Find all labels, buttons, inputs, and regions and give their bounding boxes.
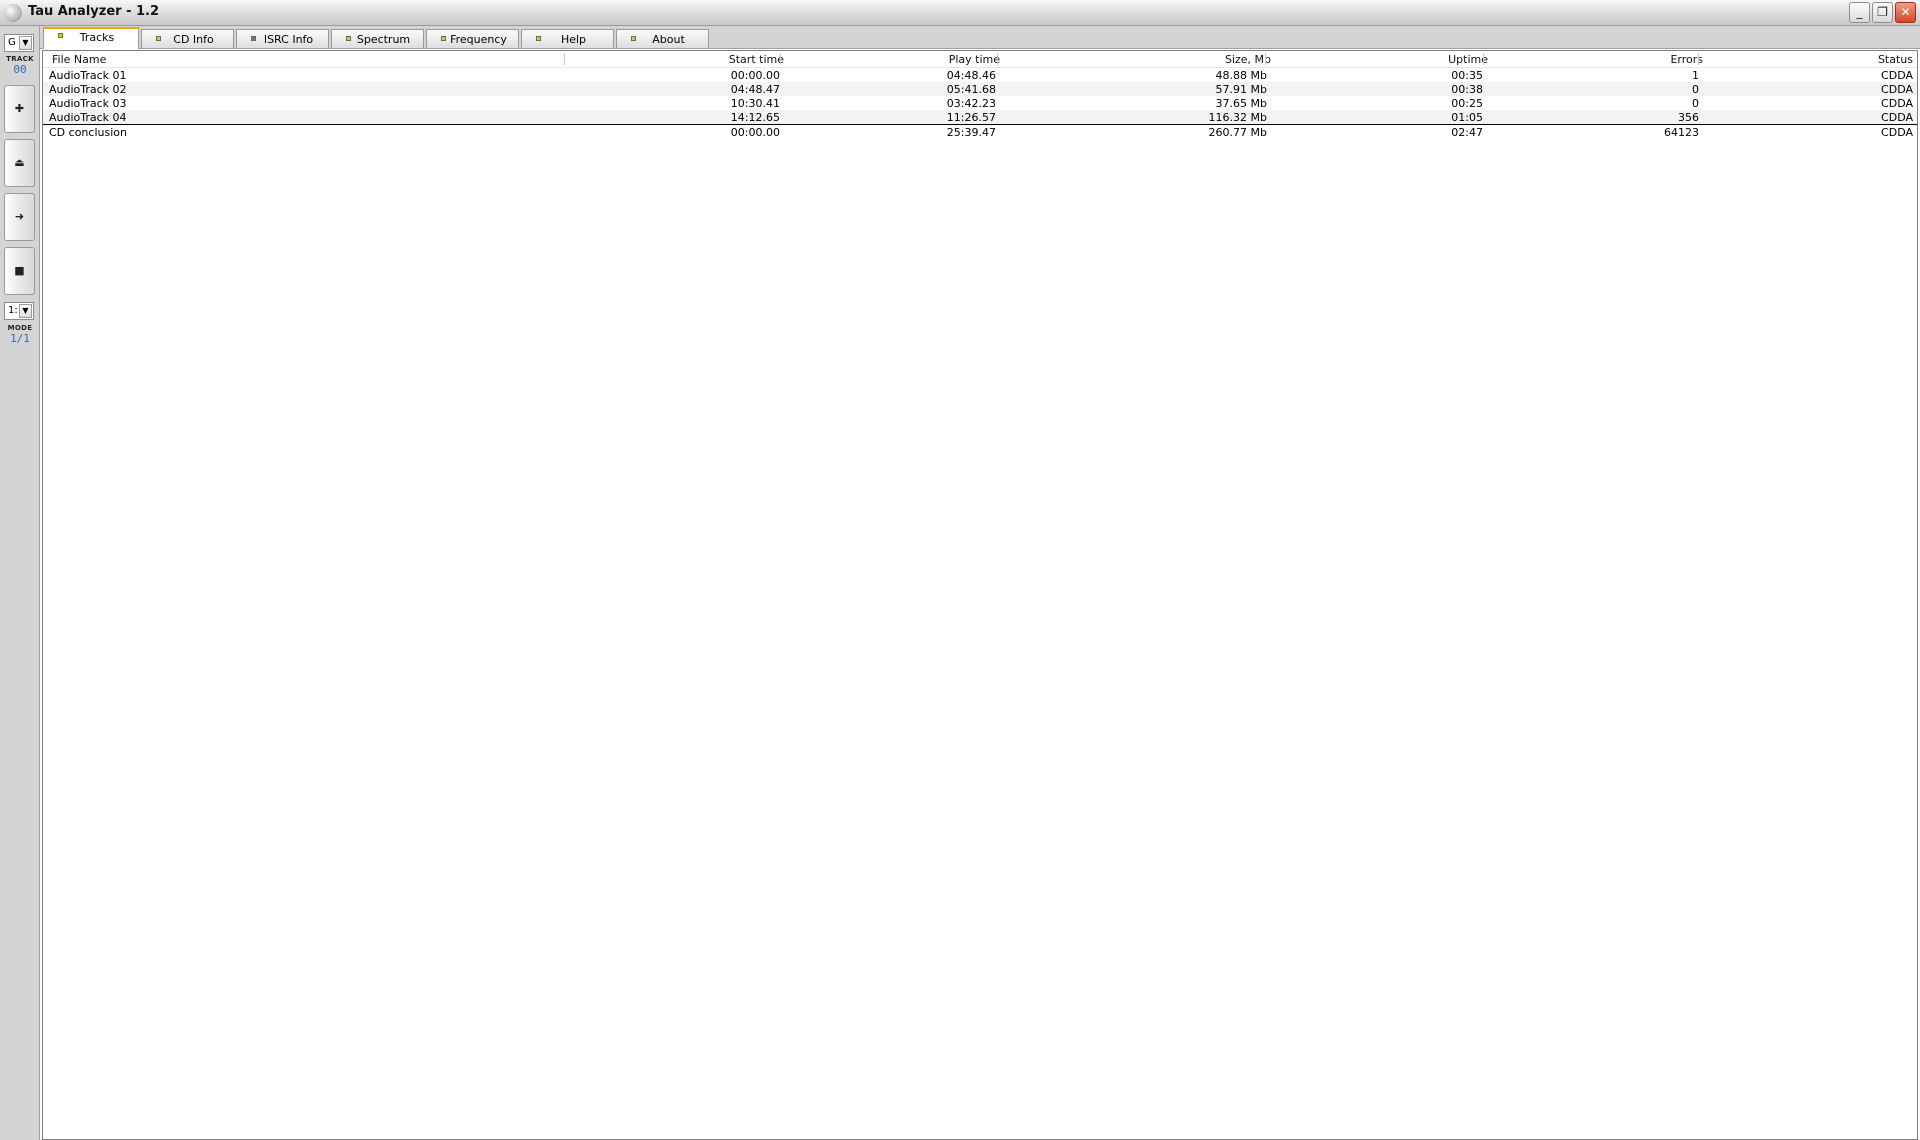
tab-label: Spectrum — [356, 33, 411, 46]
tab-bar: Tracks CD Info ISRC Info Spectrum Freque… — [40, 26, 1920, 49]
cell-file-name: AudioTrack 02 — [49, 83, 127, 96]
cell-uptime: 02:47 — [1451, 126, 1483, 139]
close-button[interactable]: ✕ — [1895, 2, 1916, 23]
tab-label: Frequency — [450, 33, 507, 46]
table-row[interactable]: AudioTrack 01 00:00.00 04:48.46 48.88 Mb… — [43, 68, 1917, 82]
mode-value: 1/1 — [10, 332, 30, 345]
tab-about[interactable]: About — [616, 29, 709, 48]
column-header-status[interactable]: Status — [1878, 53, 1913, 66]
cell-file-name: AudioTrack 04 — [49, 111, 127, 124]
cell-status: CDDA — [1881, 111, 1913, 124]
cell-status: CDDA — [1881, 126, 1913, 139]
track-label: TRACK — [6, 55, 34, 63]
cell-uptime: 00:35 — [1451, 69, 1483, 82]
speed-select-value: 1: — [8, 305, 18, 316]
cell-uptime: 01:05 — [1451, 111, 1483, 124]
cell-play-time: 04:48.46 — [946, 69, 996, 82]
cell-start-time: 14:12.65 — [730, 111, 780, 124]
cell-status: CDDA — [1881, 69, 1913, 82]
chevron-down-icon[interactable]: ▼ — [19, 304, 32, 318]
cell-uptime: 00:25 — [1451, 97, 1483, 110]
tab-help[interactable]: Help — [521, 29, 614, 48]
eject-button[interactable]: ⏏ — [4, 139, 35, 187]
main-area: Tracks CD Info ISRC Info Spectrum Freque… — [40, 26, 1920, 1140]
column-divider[interactable] — [1265, 53, 1266, 65]
next-button[interactable]: ➜ — [4, 193, 35, 241]
column-header-file-name[interactable]: File Name — [52, 53, 106, 66]
app-icon[interactable] — [4, 4, 22, 22]
tab-spectrum[interactable]: Spectrum — [331, 29, 424, 48]
window-title: Tau Analyzer - 1.2 — [28, 4, 160, 19]
column-divider[interactable] — [564, 53, 565, 65]
tab-label: Tracks — [79, 31, 115, 44]
tab-frequency[interactable]: Frequency — [426, 29, 519, 48]
table-summary-row[interactable]: CD conclusion 00:00.00 25:39.47 260.77 M… — [43, 124, 1917, 139]
tab-cd-info[interactable]: CD Info — [141, 29, 234, 48]
cell-errors: 1 — [1692, 69, 1699, 82]
cell-size: 37.65 Mb — [1215, 97, 1267, 110]
chevron-down-icon[interactable]: ▼ — [19, 36, 32, 50]
stop-button[interactable]: ■ — [4, 247, 35, 295]
cell-file-name: AudioTrack 01 — [49, 69, 127, 82]
column-header-play-time[interactable]: Play time — [949, 53, 1000, 66]
cell-uptime: 00:38 — [1451, 83, 1483, 96]
cell-start-time: 00:00.00 — [730, 69, 780, 82]
plus-icon: ✚ — [14, 102, 25, 115]
left-toolbar: G ▼ TRACK 00 ✚ ⏏ ➜ ■ 1: ▼ MODE 1/1 — [0, 26, 40, 1140]
title-bar[interactable]: Tau Analyzer - 1.2 _ ❐ ✕ — [0, 0, 1920, 26]
track-counter: 00 — [13, 63, 27, 76]
cell-size: 116.32 Mb — [1208, 111, 1267, 124]
cell-size: 260.77 Mb — [1208, 126, 1267, 139]
column-divider[interactable] — [1698, 53, 1699, 65]
tracks-panel: File Name Start time Play time Size, Mb … — [42, 50, 1918, 1140]
cell-file-name: AudioTrack 03 — [49, 97, 127, 110]
column-divider[interactable] — [780, 53, 781, 65]
table-row[interactable]: AudioTrack 02 04:48.47 05:41.68 57.91 Mb… — [43, 82, 1917, 96]
drive-select[interactable]: G ▼ — [4, 34, 34, 52]
cell-start-time: 10:30.41 — [730, 97, 780, 110]
arrow-right-icon: ➜ — [14, 210, 25, 223]
tab-label: Help — [560, 33, 587, 46]
cell-size: 57.91 Mb — [1215, 83, 1267, 96]
cell-errors: 0 — [1692, 97, 1699, 110]
table-row[interactable]: AudioTrack 03 10:30.41 03:42.23 37.65 Mb… — [43, 96, 1917, 110]
column-divider[interactable] — [997, 53, 998, 65]
minimize-button[interactable]: _ — [1849, 2, 1870, 23]
cell-file-name: CD conclusion — [49, 126, 127, 139]
cell-play-time: 05:41.68 — [946, 83, 996, 96]
cell-play-time: 03:42.23 — [946, 97, 996, 110]
cell-status: CDDA — [1881, 83, 1913, 96]
drive-select-value: G — [8, 37, 16, 48]
cell-errors: 356 — [1678, 111, 1699, 124]
tab-label: About — [652, 33, 685, 46]
column-header-start-time[interactable]: Start time — [729, 53, 784, 66]
mode-label: MODE — [7, 324, 33, 332]
cell-size: 48.88 Mb — [1215, 69, 1267, 82]
cell-status: CDDA — [1881, 97, 1913, 110]
column-divider[interactable] — [1483, 53, 1484, 65]
speed-select[interactable]: 1: ▼ — [4, 302, 34, 320]
tab-label: ISRC Info — [263, 33, 314, 46]
cell-errors: 64123 — [1664, 126, 1699, 139]
cell-play-time: 25:39.47 — [946, 126, 996, 139]
restore-button[interactable]: ❐ — [1872, 2, 1893, 23]
add-button[interactable]: ✚ — [4, 85, 35, 133]
stop-icon: ■ — [14, 264, 25, 277]
table-header: File Name Start time Play time Size, Mb … — [43, 51, 1917, 68]
cell-errors: 0 — [1692, 83, 1699, 96]
cell-play-time: 11:26.57 — [946, 111, 996, 124]
eject-icon: ⏏ — [14, 156, 25, 169]
tab-tracks[interactable]: Tracks — [43, 27, 139, 49]
cell-start-time: 04:48.47 — [730, 83, 780, 96]
tab-label: CD Info — [173, 33, 214, 46]
tab-isrc-info[interactable]: ISRC Info — [236, 29, 329, 48]
cell-start-time: 00:00.00 — [730, 126, 780, 139]
table-row[interactable]: AudioTrack 04 14:12.65 11:26.57 116.32 M… — [43, 110, 1917, 124]
